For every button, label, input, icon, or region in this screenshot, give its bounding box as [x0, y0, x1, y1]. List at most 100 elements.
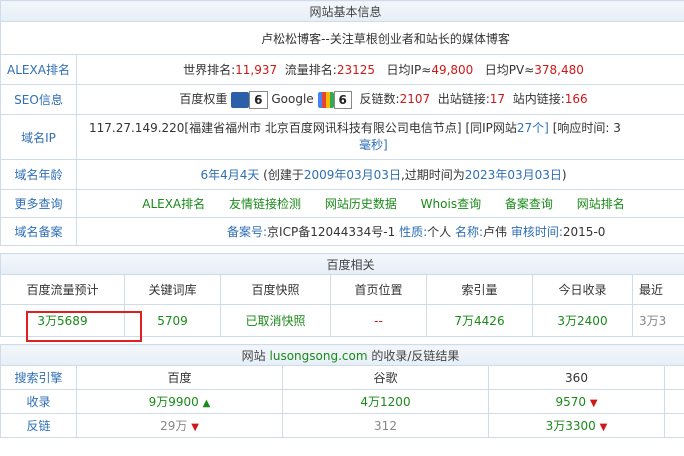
response-label: [响应时间: 3: [552, 121, 621, 135]
backlinks-360[interactable]: 3万3300: [546, 419, 596, 433]
col-index: 索引量: [426, 274, 533, 305]
backlinks-label: 反链数:: [359, 92, 400, 107]
basic-info-table: 网站基本信息 卢松松博客--关注草根创业者和站长的媒体博客 ALEXA排名 世界…: [0, 0, 684, 246]
expire-suffix: ): [561, 168, 567, 182]
backlinks-value[interactable]: 2107: [400, 92, 431, 106]
val-index[interactable]: 7万4426: [426, 304, 533, 337]
seo-label[interactable]: SEO信息: [0, 84, 77, 115]
extra-cell: [663, 413, 684, 438]
expire-date: 2023年03月03日: [464, 168, 562, 182]
age-value: 6年4月4天: [200, 168, 260, 182]
created-date: 2009年03月03日: [303, 168, 401, 182]
icp-type: 个人: [427, 225, 452, 239]
google-pr-icon: [317, 91, 334, 108]
google-pr-badge[interactable]: 6: [333, 90, 352, 109]
icp-no: 京ICP备12044334号-1: [267, 225, 396, 239]
index-domain-link[interactable]: lusongsong.com: [270, 349, 368, 363]
backlinks-baidu-cell: 29万 ▼: [76, 413, 283, 438]
down-arrow-icon: ▼: [191, 422, 199, 433]
col-keywords: 关键词库: [124, 274, 221, 305]
same-ip-label: [同IP网站: [465, 121, 517, 135]
ip-text: 117.27.149.220[福建省福州市 北京百度网讯科技有限公司电信节点]: [89, 121, 462, 135]
col-google: 谷歌: [282, 365, 489, 390]
highlight-box: [26, 311, 142, 342]
inlinks-label: 站内链接:: [512, 92, 565, 107]
col-extra: [663, 365, 684, 390]
daily-ip-label: 日均IP≈: [386, 63, 432, 77]
indexed-360-cell: 9570 ▼: [488, 389, 665, 414]
col-engine: 搜索引擎: [0, 365, 77, 390]
basic-info-header: 网站基本信息: [0, 0, 684, 22]
icp-name: 卢伟: [483, 225, 508, 239]
baidu-weight-badge[interactable]: 6: [249, 90, 268, 109]
index-table: 网站 lusongsong.com 的收录/反链结果 搜索引擎 百度 谷歌 36…: [0, 344, 684, 438]
more-links: ALEXA排名 友情链接检测 网站历史数据 Whois查询 备案查询 网站排名: [75, 189, 684, 218]
col-snapshot: 百度快照: [220, 274, 331, 305]
expire-prefix: ,过期时间为: [400, 168, 465, 182]
baidu-weight-label: 百度权重: [179, 92, 228, 107]
outlinks-label: 出站链接:: [437, 92, 490, 107]
created-prefix: (创建于: [263, 168, 304, 182]
baidu-header: 百度相关: [0, 253, 684, 275]
more-label[interactable]: 更多查询: [0, 189, 77, 218]
seo-row: 百度权重 6 Google 6 反链数:2107 出站链接:17 站内链接:16…: [75, 84, 684, 115]
link-friend-check[interactable]: 友情链接检测: [229, 197, 301, 211]
link-rank[interactable]: 网站排名: [577, 197, 625, 211]
ip-label[interactable]: 域名IP: [0, 114, 77, 160]
icp-date: 2015-0: [562, 225, 606, 239]
daily-ip: 49,800: [431, 63, 474, 77]
index-header-suffix: 的收录/反链结果: [371, 348, 460, 363]
world-rank: 11,937: [235, 63, 278, 77]
icp-no-label: 备案号:: [227, 225, 268, 239]
index-header-prefix: 网站: [241, 348, 266, 363]
link-history[interactable]: 网站历史数据: [325, 197, 397, 211]
icp-row: 备案号:京ICP备12044334号-1 性质:个人 名称:卢伟 审核时间:20…: [75, 217, 684, 246]
val-homepage-pos: --: [330, 304, 427, 337]
same-ip-value[interactable]: 27个]: [517, 121, 549, 135]
site-title: 卢松松博客--关注草根创业者和站长的媒体博客: [0, 21, 684, 55]
age-label[interactable]: 域名年龄: [0, 159, 77, 190]
response-unit: 毫秒]: [359, 138, 388, 152]
backlinks-baidu[interactable]: 29万: [160, 419, 187, 433]
icp-type-label: 性质:: [399, 225, 428, 239]
baidu-paw-icon: [231, 91, 250, 108]
icp-label[interactable]: 域名备案: [0, 217, 77, 246]
index-header: 网站 lusongsong.com 的收录/反链结果: [0, 344, 684, 366]
age-row: 6年4月4天 (创建于2009年03月03日,过期时间为2023年03月03日): [75, 159, 684, 190]
extra-cell: [663, 389, 684, 414]
indexed-baidu[interactable]: 9万9900: [149, 395, 199, 409]
traffic-rank: 23125: [336, 63, 376, 77]
google-label: Google: [271, 92, 314, 107]
link-alexa[interactable]: ALEXA排名: [142, 197, 205, 211]
col-360: 360: [488, 365, 665, 390]
col-today: 今日收录: [532, 274, 633, 305]
outlinks-value[interactable]: 17: [490, 92, 505, 106]
val-snapshot[interactable]: 已取消快照: [220, 304, 331, 337]
world-rank-label: 世界排名:: [183, 63, 236, 77]
col-baidu-traffic: 百度流量预计: [0, 274, 125, 305]
daily-pv-label: 日均PV≈: [484, 63, 535, 77]
alexa-label[interactable]: ALEXA排名: [0, 54, 77, 85]
icp-date-label: 审核时间:: [510, 225, 563, 239]
indexed-360[interactable]: 9570: [555, 395, 586, 409]
row-backlinks-label: 反链: [0, 413, 77, 438]
indexed-google[interactable]: 4万1200: [282, 389, 489, 414]
icp-name-label: 名称:: [454, 225, 484, 239]
up-arrow-icon: ▲: [202, 398, 211, 409]
link-whois[interactable]: Whois查询: [421, 197, 481, 211]
alexa-row: 世界排名:11,937 流量排名:23125 日均IP≈49,800 日均PV≈…: [75, 54, 684, 85]
down-arrow-icon: ▼: [589, 397, 598, 409]
val-today[interactable]: 3万2400: [532, 304, 633, 337]
indexed-baidu-cell: 9万9900 ▲: [76, 389, 283, 414]
traffic-rank-label: 流量排名:: [284, 63, 337, 77]
row-indexed-label: 收录: [0, 389, 77, 414]
daily-pv: 378,480: [534, 63, 584, 77]
backlinks-google[interactable]: 312: [282, 413, 489, 438]
val-recent[interactable]: 3万3: [631, 304, 684, 337]
backlinks-360-cell: 3万3300 ▼: [488, 413, 665, 438]
inlinks-value[interactable]: 166: [565, 92, 588, 106]
col-baidu: 百度: [76, 365, 283, 390]
down-arrow-icon: ▼: [599, 422, 608, 433]
link-icp[interactable]: 备案查询: [505, 197, 553, 211]
col-recent: 最近: [631, 274, 684, 305]
